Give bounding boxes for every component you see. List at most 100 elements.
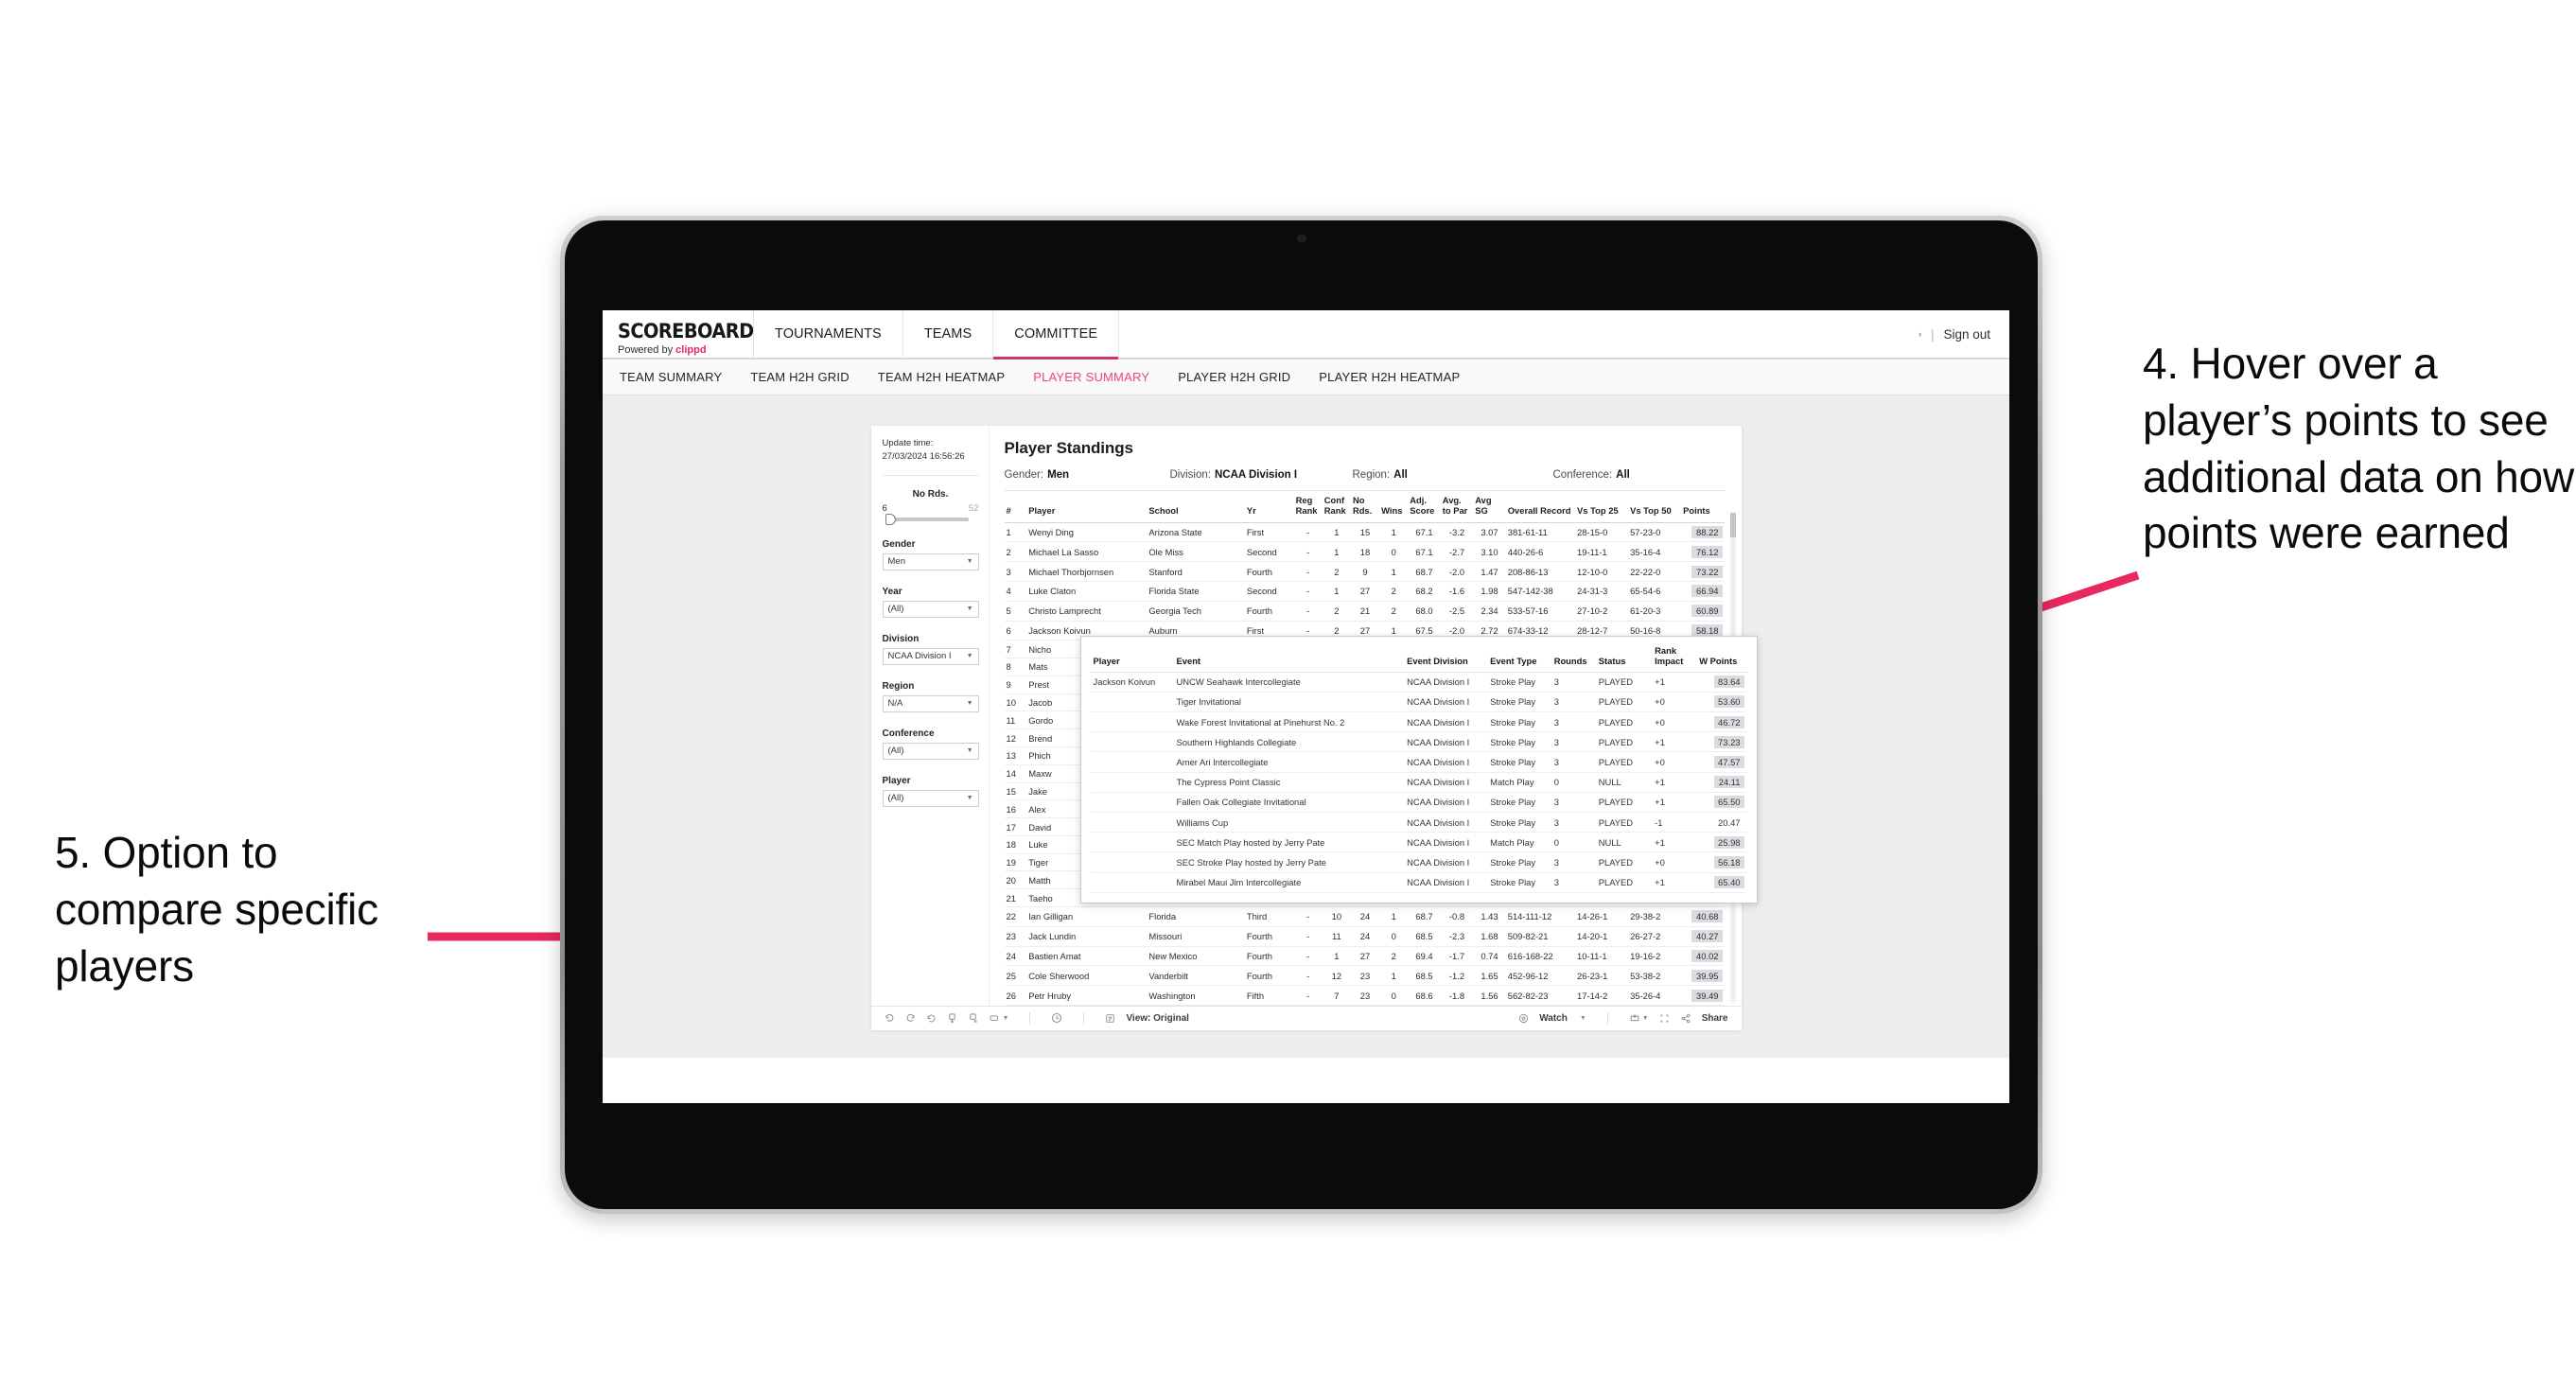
chevron-down-icon[interactable]: ▼ [1580,1015,1586,1022]
col-adj-score[interactable]: Adj. Score [1408,490,1441,523]
tooltip-cell-division: NCAA Division I [1404,731,1488,753]
col-conf-rank[interactable]: Conf Rank [1322,490,1351,523]
cell-points[interactable]: 39.49 [1681,985,1725,1006]
view-original-label[interactable]: View: Original [1126,1013,1189,1024]
data-details-icon[interactable] [1051,1012,1062,1024]
scrollbar-thumb[interactable] [1729,513,1736,537]
cell-points[interactable]: 39.95 [1681,965,1725,987]
share-label[interactable]: Share [1702,1013,1728,1024]
update-time-value: 27/03/2024 16:56:26 [882,450,965,462]
tooltip-cell-event: Wake Forest Invitational at Pinehurst No… [1173,711,1405,733]
summary-conference-value: All [1616,469,1630,481]
table-row[interactable]: 24 Bastien Amat New Mexico Fourth -1 27 2 69.4-… [1004,946,1725,967]
cell-conf: 1 [1322,522,1351,543]
watch-label[interactable]: Watch [1539,1013,1568,1024]
sign-out-button[interactable]: Sign out [1943,327,1990,342]
table-row[interactable]: 26 Petr Hruby Washington Fifth -7 23 0 68.6 -1.8… [1004,985,1725,1006]
table-row[interactable]: 25 Cole Sherwood Vanderbilt Fourth -12 23 1 68.… [1004,965,1725,987]
undo-icon[interactable] [885,1013,895,1024]
tooltip-row: Mirabel Maui Jim Intercollegiate NCAA Div… [1090,872,1747,893]
col-avg-to-par[interactable]: Avg. to Par [1440,490,1474,523]
watch-icon[interactable] [1518,1013,1529,1024]
share-icon[interactable] [1680,1013,1691,1024]
tab-player-h2h-heatmap[interactable]: PLAYER H2H HEATMAP [1319,370,1460,384]
brand-logo[interactable]: SCOREBOARD Powered by clippd [603,310,754,358]
cell-adj: 67.1 [1408,522,1441,543]
cell-points[interactable]: 40.27 [1681,926,1725,947]
tooltip-row: Fallen Oak Collegiate Invitational NCAA D… [1090,792,1747,813]
col-points[interactable]: Points [1681,490,1725,523]
table-row[interactable]: 5 Christo Lamprecht Georgia Tech Fourth -2 21… [1004,601,1725,622]
nav-item-committee[interactable]: COMMITTEE [993,310,1120,360]
filter-gender: Gender Men ▼ [882,539,979,570]
filter-division-select[interactable]: NCAA Division I ▼ [882,647,979,665]
col-rank[interactable]: # [1004,490,1027,523]
cell-points[interactable]: 73.22 [1681,561,1725,582]
cell-points[interactable]: 66.94 [1681,581,1725,602]
filter-region-select[interactable]: N/A ▼ [882,694,979,712]
tooltip-cell-points: 24.11 [1696,772,1747,793]
slider-track[interactable] [885,513,969,525]
tooltip-cell-rounds: 3 [1551,851,1596,873]
filter-no-rounds-slider[interactable]: No Rds. 6 52 [883,489,979,525]
filter-year-select[interactable]: (All) ▼ [882,600,979,618]
cell-points[interactable]: 40.68 [1681,906,1725,927]
cell-points[interactable]: 40.02 [1681,946,1725,967]
col-school[interactable]: School [1147,490,1245,523]
col-avg-sg[interactable]: Avg SG [1473,490,1506,523]
tooltip-row: Tiger Invitational NCAA Division I Stroke … [1090,692,1747,713]
revert-icon[interactable] [926,1013,937,1024]
tooltip-cell-rank: +0 [1652,692,1697,713]
tooltip-cell-status: NULL [1595,832,1653,853]
filter-conference: Conference (All) ▼ [882,728,979,760]
table-row[interactable]: 4 Luke Claton Florida State Second -1 27 2 68.2… [1004,581,1725,602]
toolbar-separator-2 [1083,1011,1085,1025]
cell-reg: - [1293,541,1323,563]
nav-item-teams[interactable]: TEAMS [903,310,994,358]
col-player[interactable]: Player [1026,490,1148,523]
cell-points[interactable]: 88.22 [1681,522,1725,543]
cell-t25: 12-10-0 [1575,561,1629,582]
view-original-icon[interactable] [1105,1013,1115,1024]
tab-team-h2h-heatmap[interactable]: TEAM H2H HEATMAP [878,370,1005,384]
col-overall-record[interactable]: Overall Record [1505,490,1576,523]
cell-points[interactable]: 60.89 [1681,601,1725,622]
table-row[interactable]: 2 Michael La Sasso Ole Miss Second -1 18 0 67.1… [1004,541,1725,563]
cell-t50: 22-22-0 [1628,561,1682,582]
nav-item-tournaments[interactable]: TOURNAMENTS [754,310,903,358]
tooltip-cell-type: Stroke Play [1487,711,1551,733]
cell-points[interactable]: 76.12 [1681,541,1725,563]
col-vs-top-50[interactable]: Vs Top 50 [1628,490,1682,523]
slider-handle[interactable] [885,513,896,525]
col-no-rds[interactable]: No Rds. [1350,490,1380,523]
tab-player-h2h-grid[interactable]: PLAYER H2H GRID [1178,370,1290,384]
tooltip-row: The Cypress Point Classic NCAA Division I… [1090,772,1747,793]
tooltip-cell-rounds: 3 [1551,751,1596,773]
pause-updates-icon[interactable] [968,1012,978,1024]
tab-player-summary[interactable]: PLAYER SUMMARY [1033,370,1149,384]
chevron-right-icon[interactable]: › [1919,329,1921,339]
col-yr[interactable]: Yr [1244,490,1294,523]
redo-icon[interactable] [905,1013,916,1024]
col-reg-rank[interactable]: Reg Rank [1293,490,1323,523]
annotation-hover-points: 4. Hover over a player’s points to see a… [2143,339,2574,558]
tooltip-cell-rank: +1 [1652,832,1697,853]
table-row[interactable]: 1 Wenyi Ding Arizona State First -1 15 1 67.1 -3… [1004,522,1725,543]
col-wins[interactable]: Wins [1379,490,1409,523]
col-vs-top-25[interactable]: Vs Top 25 [1575,490,1629,523]
table-row[interactable]: 22 Ian Gilligan Florida Third -10 24 1 68.7 -0.8… [1004,906,1725,927]
cell-reg: - [1293,522,1323,543]
filter-player-select[interactable]: (All) ▼ [882,789,979,807]
refresh-icon[interactable] [947,1012,957,1024]
tab-team-summary[interactable]: TEAM SUMMARY [620,370,722,384]
table-row[interactable]: 23 Jack Lundin Missouri Fourth -11 24 0 68.5 -2.… [1004,926,1725,947]
cell-adj: 68.0 [1408,601,1441,622]
filter-conference-select[interactable]: (All) ▼ [882,742,979,760]
tab-team-h2h-grid[interactable]: TEAM H2H GRID [750,370,849,384]
filter-gender-select[interactable]: Men ▼ [882,553,979,570]
fullscreen-icon[interactable] [1659,1013,1670,1024]
table-row[interactable]: 3 Michael Thorbjornsen Stanford Fourth -2 9 1 6… [1004,561,1725,582]
tableau-viz: Update time: 27/03/2024 16:56:26 No Rds.… [870,426,1758,1030]
download-icon[interactable]: ▼ [1629,1012,1649,1024]
alerts-icon[interactable]: ▼ [989,1013,1008,1024]
